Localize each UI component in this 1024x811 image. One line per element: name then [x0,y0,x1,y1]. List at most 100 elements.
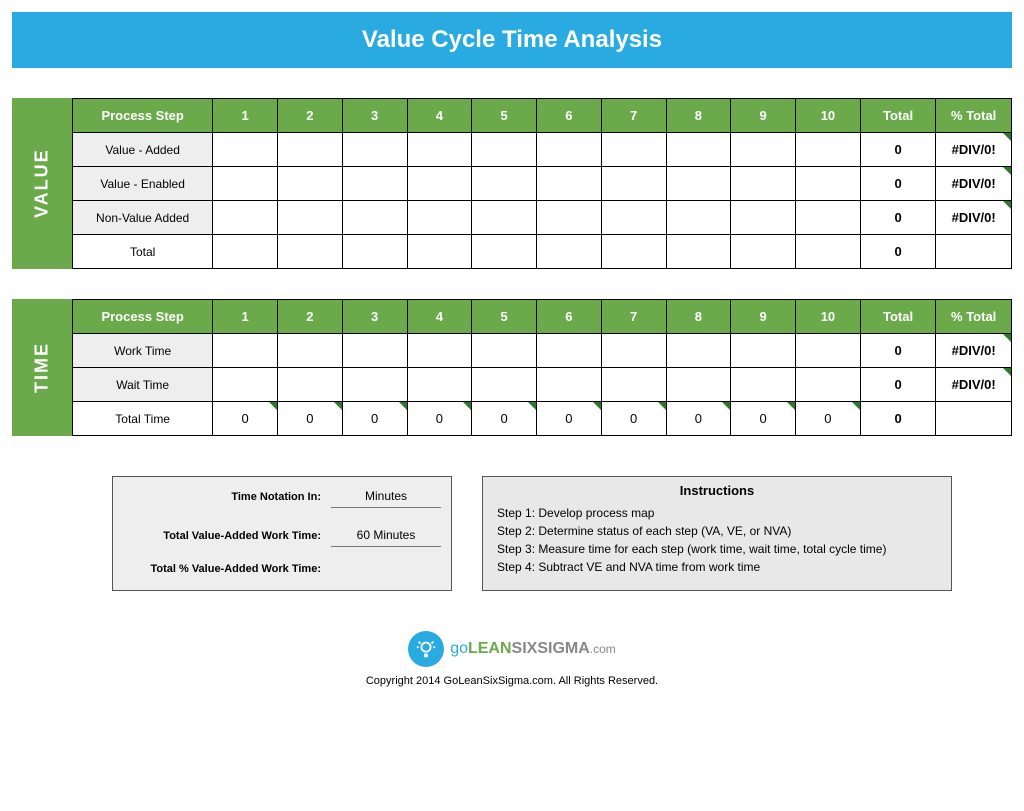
table-row: Value - Enabled0#DIV/0! [73,167,1012,201]
data-cell[interactable]: 0 [601,402,666,436]
data-cell[interactable] [342,133,407,167]
data-cell[interactable] [537,201,602,235]
data-cell[interactable] [537,133,602,167]
data-cell[interactable] [731,235,796,269]
column-header: 8 [666,300,731,334]
data-cell[interactable] [213,133,278,167]
data-cell[interactable] [666,368,731,402]
column-header: 7 [601,99,666,133]
table-row: Total0 [73,235,1012,269]
column-header: 9 [731,99,796,133]
data-cell[interactable] [407,167,472,201]
data-cell[interactable] [796,368,861,402]
data-cell[interactable] [213,368,278,402]
data-cell[interactable] [601,133,666,167]
data-cell[interactable]: 0 [278,402,343,436]
column-header: Process Step [73,99,213,133]
data-cell[interactable] [796,167,861,201]
data-cell[interactable] [601,235,666,269]
data-cell[interactable]: 0 [213,402,278,436]
data-cell[interactable] [278,201,343,235]
data-cell[interactable] [407,368,472,402]
instructions-panel: Instructions Step 1: Develop process map… [482,476,952,591]
data-cell[interactable] [601,201,666,235]
data-cell[interactable] [407,334,472,368]
data-cell[interactable] [278,133,343,167]
data-cell[interactable] [601,167,666,201]
data-cell[interactable] [796,201,861,235]
data-cell[interactable] [278,235,343,269]
data-cell[interactable] [278,368,343,402]
data-cell[interactable] [472,235,537,269]
data-cell[interactable] [666,334,731,368]
pct-va-label: Total % Value-Added Work Time: [123,563,331,575]
data-cell[interactable] [666,133,731,167]
row-label: Work Time [73,334,213,368]
data-cell[interactable] [342,167,407,201]
data-cell[interactable] [731,133,796,167]
data-cell[interactable] [666,235,731,269]
column-header: 5 [472,300,537,334]
data-cell[interactable] [731,167,796,201]
data-cell[interactable] [342,235,407,269]
data-table: Process Step12345678910Total% TotalWork … [72,299,1012,436]
logo-com: .com [590,642,616,656]
data-cell[interactable]: 0 [731,402,796,436]
data-cell[interactable] [666,167,731,201]
data-cell[interactable] [601,334,666,368]
data-cell[interactable] [472,167,537,201]
data-cell[interactable] [342,368,407,402]
data-cell[interactable] [472,201,537,235]
data-cell[interactable] [213,235,278,269]
copyright: Copyright 2014 GoLeanSixSigma.com. All R… [12,675,1012,687]
data-cell[interactable] [342,334,407,368]
data-cell[interactable] [342,201,407,235]
pct-cell: #DIV/0! [936,368,1012,402]
data-cell[interactable]: 0 [407,402,472,436]
data-cell[interactable] [796,133,861,167]
data-cell[interactable] [537,334,602,368]
data-cell[interactable] [278,334,343,368]
data-cell[interactable] [213,167,278,201]
row-label: Value - Enabled [73,167,213,201]
data-cell[interactable] [731,201,796,235]
data-cell[interactable] [407,201,472,235]
data-cell[interactable] [537,368,602,402]
total-cell: 0 [860,235,936,269]
table-row: Work Time0#DIV/0! [73,334,1012,368]
column-header: 3 [342,300,407,334]
instruction-step: Step 4: Subtract VE and NVA time from wo… [497,558,937,576]
column-header: 10 [796,99,861,133]
column-header: 5 [472,99,537,133]
pct-cell: #DIV/0! [936,167,1012,201]
data-cell[interactable]: 0 [472,402,537,436]
data-cell[interactable] [796,334,861,368]
logo-lean: LEAN [468,640,512,657]
data-cell[interactable] [666,201,731,235]
data-cell[interactable] [407,133,472,167]
data-cell[interactable]: 0 [537,402,602,436]
column-header: 4 [407,300,472,334]
data-cell[interactable] [213,201,278,235]
data-cell[interactable] [537,235,602,269]
data-cell[interactable] [278,167,343,201]
row-label: Wait Time [73,368,213,402]
data-cell[interactable] [213,334,278,368]
data-cell[interactable]: 0 [666,402,731,436]
data-cell[interactable] [472,133,537,167]
table-row: Non-Value Added0#DIV/0! [73,201,1012,235]
instructions-title: Instructions [483,477,951,504]
data-cell[interactable] [731,334,796,368]
data-cell[interactable] [537,167,602,201]
data-cell[interactable] [601,368,666,402]
section-block: TIMEProcess Step12345678910Total% TotalW… [12,299,1012,436]
column-header: Total [860,99,936,133]
data-cell[interactable] [472,368,537,402]
data-cell[interactable]: 0 [342,402,407,436]
data-cell[interactable] [796,235,861,269]
data-cell[interactable] [472,334,537,368]
data-cell[interactable]: 0 [796,402,861,436]
data-cell[interactable] [731,368,796,402]
data-cell[interactable] [407,235,472,269]
notation-label: Time Notation In: [123,491,331,503]
